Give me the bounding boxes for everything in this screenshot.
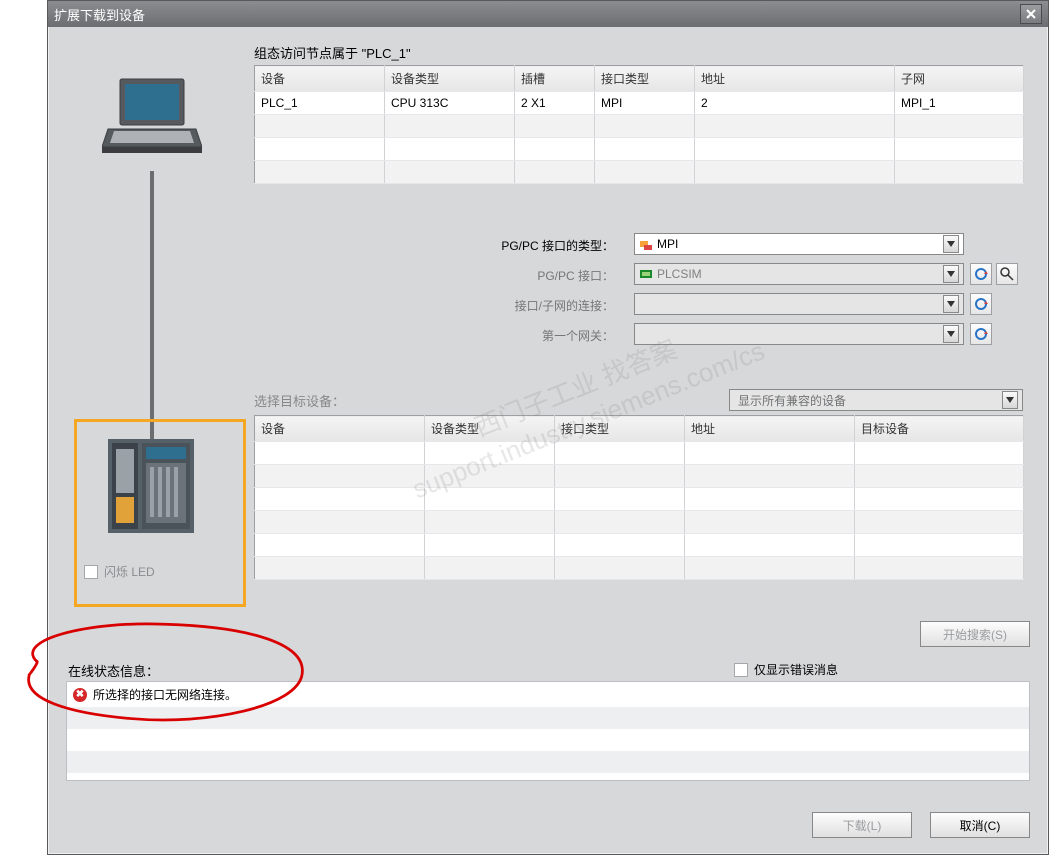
access-nodes-table[interactable]: 设备 设备类型 插槽 接口类型 地址 子网 PLC_1 CPU 313C 2 X… [254, 65, 1024, 184]
th2-addr: 地址 [685, 416, 855, 442]
start-search-button[interactable]: 开始搜索(S) [920, 621, 1030, 647]
connection-line [150, 171, 154, 451]
close-icon [1026, 9, 1036, 19]
table-row: . [255, 161, 1024, 184]
table-row: . [255, 534, 1024, 557]
gateway-dropdown [634, 323, 964, 345]
download-dialog: 扩展下载到设备 组态访问节点属于 "PLC_1" 设备 设备类型 插槽 接口类型… [47, 0, 1049, 855]
th2-target: 目标设备 [855, 416, 1024, 442]
chevron-down-icon [943, 295, 959, 313]
refresh-interfaces-button[interactable] [970, 263, 992, 285]
card-icon [639, 267, 653, 281]
cancel-button[interactable]: 取消(C) [930, 812, 1030, 838]
mpi-icon [639, 237, 653, 251]
conn-dropdown [634, 293, 964, 315]
status-list[interactable]: ✖ 所选择的接口无网络连接。 [66, 681, 1030, 781]
status-row [67, 751, 1029, 773]
th-subnet: 子网 [895, 66, 1024, 92]
laptop-icon [102, 73, 202, 163]
gateway-label: 第一个网关： [454, 327, 614, 344]
th-slot: 插槽 [515, 66, 595, 92]
conn-label: 接口/子网的连接： [454, 297, 614, 314]
table-row: . [255, 138, 1024, 161]
flash-led-checkbox[interactable] [84, 565, 98, 579]
compat-dropdown[interactable]: 显示所有兼容的设备 [729, 389, 1023, 411]
refresh-icon [974, 327, 988, 341]
table-row: . [255, 511, 1024, 534]
th-type: 设备类型 [385, 66, 515, 92]
download-button[interactable]: 下载(L) [812, 812, 912, 838]
refresh-icon [974, 297, 988, 311]
chevron-down-icon [943, 235, 959, 253]
conn-refresh-button[interactable] [970, 293, 992, 315]
pgpc-type-value: MPI [653, 237, 943, 251]
status-row: ✖ 所选择的接口无网络连接。 [67, 682, 1029, 707]
pgpc-type-dropdown[interactable]: MPI [634, 233, 964, 255]
chevron-down-icon [943, 325, 959, 343]
only-errors-checkbox[interactable] [734, 663, 748, 677]
magnifier-icon [1000, 267, 1014, 281]
table-row[interactable]: PLC_1 CPU 313C 2 X1 MPI 2 MPI_1 [255, 92, 1024, 115]
table-row: . [255, 557, 1024, 580]
compat-value: 显示所有兼容的设备 [734, 392, 1002, 409]
chevron-down-icon [1002, 391, 1018, 409]
gateway-refresh-button[interactable] [970, 323, 992, 345]
status-row [67, 707, 1029, 729]
plc-device-icon [108, 439, 194, 533]
heading-label: 组态访问节点属于 "PLC_1" [254, 43, 411, 62]
search-interfaces-button[interactable] [996, 263, 1018, 285]
pgpc-if-value: PLCSIM [653, 267, 943, 281]
th2-device: 设备 [255, 416, 425, 442]
only-errors-row: 仅显示错误消息 [734, 661, 838, 678]
table-row: . [255, 488, 1024, 511]
flash-led-label: 闪烁 LED [104, 563, 155, 580]
only-errors-label: 仅显示错误消息 [754, 661, 838, 678]
pgpc-if-label: PG/PC 接口： [454, 267, 614, 284]
error-icon: ✖ [73, 688, 87, 702]
th2-iftype: 接口类型 [555, 416, 685, 442]
table-row: . [255, 465, 1024, 488]
refresh-icon [974, 267, 988, 281]
th2-type: 设备类型 [425, 416, 555, 442]
dialog-body: 组态访问节点属于 "PLC_1" 设备 设备类型 插槽 接口类型 地址 子网 P… [54, 31, 1042, 848]
table-row: . [255, 115, 1024, 138]
status-row [67, 729, 1029, 751]
th-iftype: 接口类型 [595, 66, 695, 92]
dialog-title: 扩展下载到设备 [54, 5, 1020, 24]
th-device: 设备 [255, 66, 385, 92]
select-target-label: 选择目标设备： [254, 391, 345, 410]
chevron-down-icon [943, 265, 959, 283]
pgpc-type-label: PG/PC 接口的类型： [454, 237, 614, 254]
close-button[interactable] [1020, 4, 1042, 24]
table-row: . [255, 442, 1024, 465]
status-message: 所选择的接口无网络连接。 [93, 686, 237, 703]
flash-led-row: 闪烁 LED [84, 563, 155, 580]
target-devices-table[interactable]: 设备 设备类型 接口类型 地址 目标设备 . . . . . . [254, 415, 1024, 580]
pgpc-if-dropdown[interactable]: PLCSIM [634, 263, 964, 285]
title-bar: 扩展下载到设备 [48, 1, 1048, 27]
status-label: 在线状态信息： [68, 661, 159, 680]
th-addr: 地址 [695, 66, 895, 92]
